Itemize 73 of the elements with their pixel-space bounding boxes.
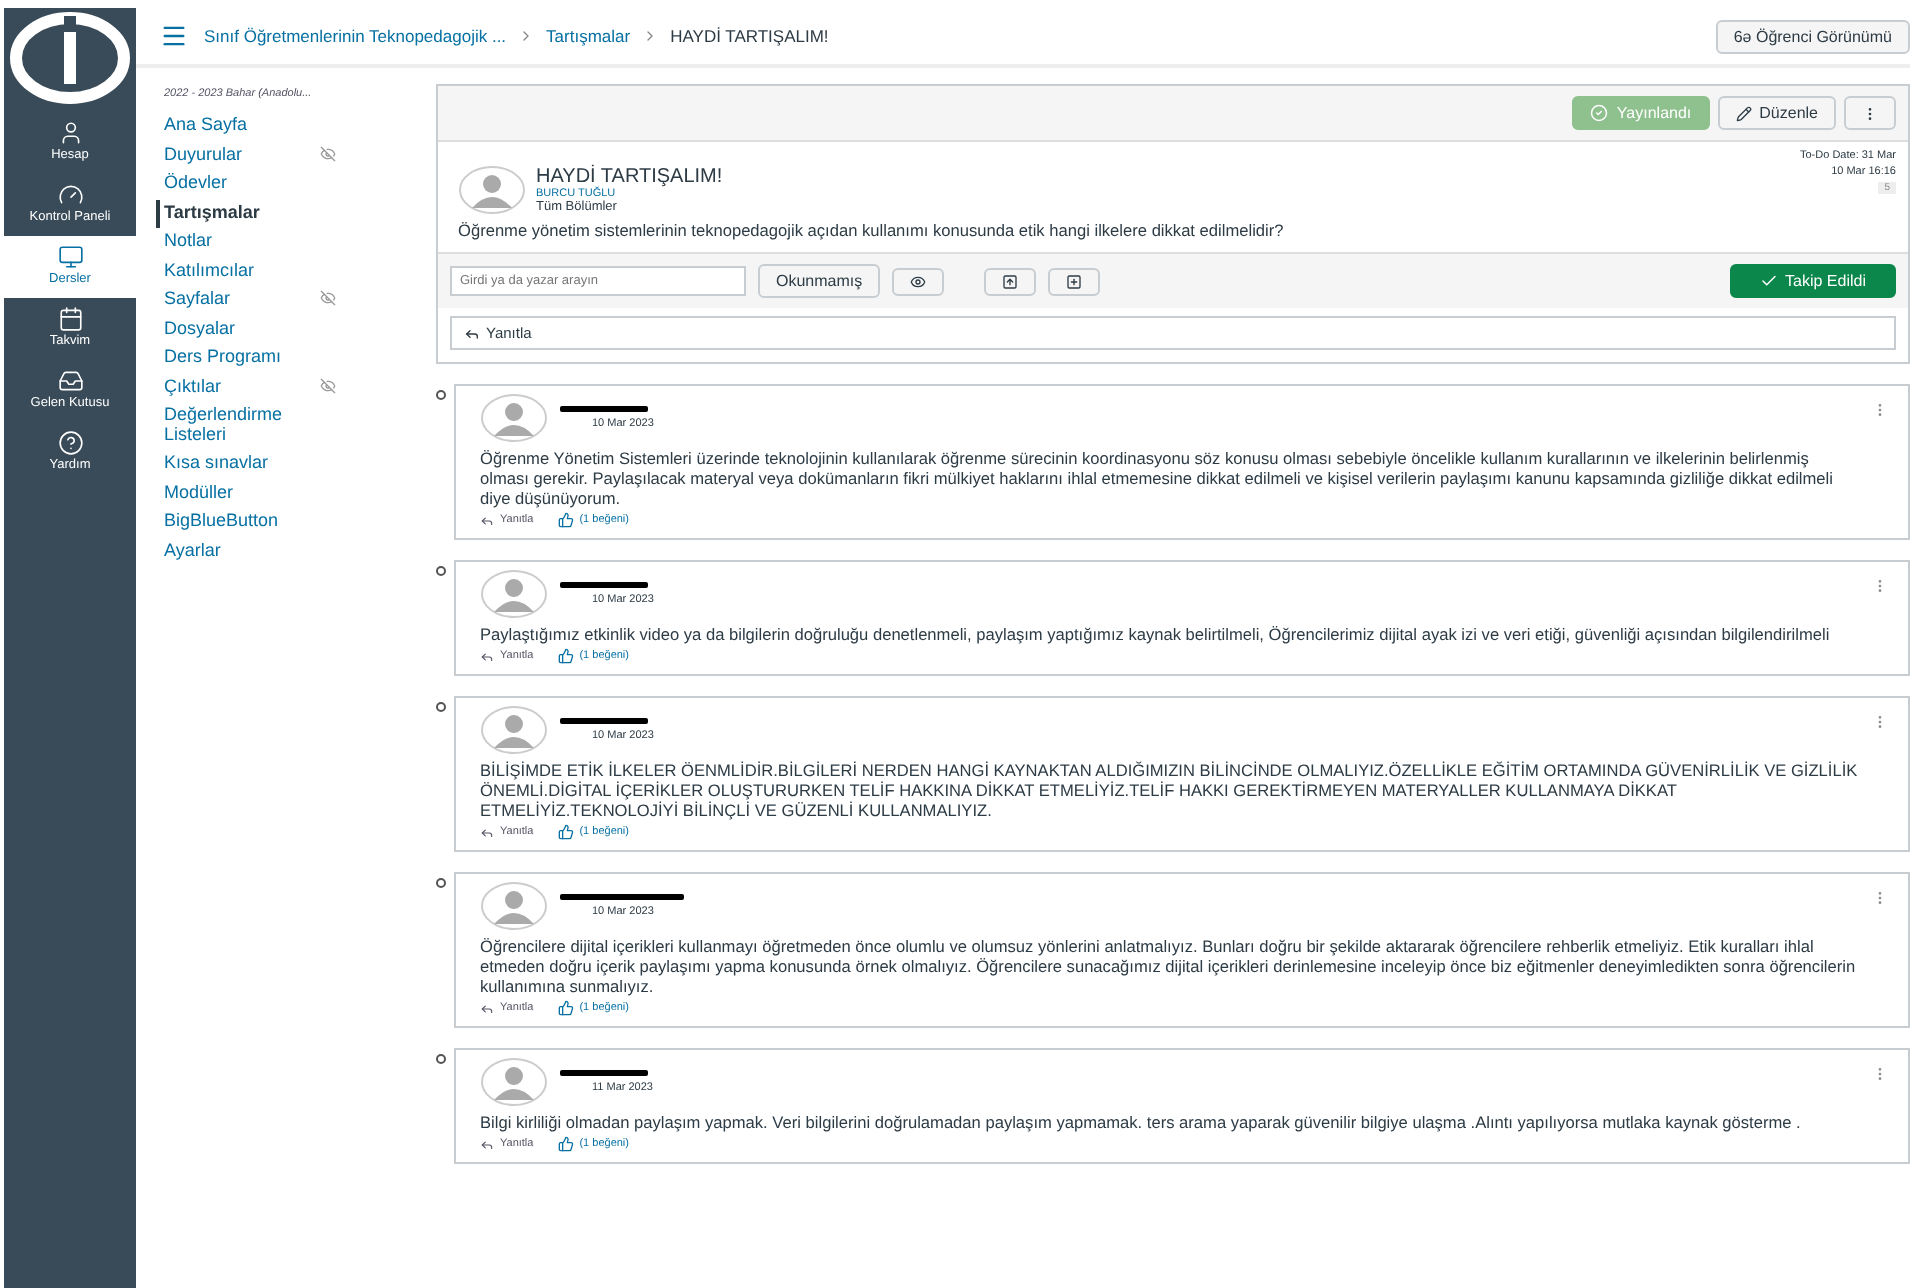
avatar-icon bbox=[480, 394, 548, 442]
reply-icon bbox=[480, 825, 494, 839]
thumbs-up-icon bbox=[557, 1136, 574, 1152]
course-nav-link[interactable]: Sayfalar bbox=[156, 286, 392, 315]
topic-title: HAYDİ TARTIŞALIM! bbox=[536, 166, 725, 188]
redaction-bar bbox=[560, 582, 648, 588]
reply-body: BİLİŞİMDE ETİK İLKELER ÖENMLİDİR.BİLGİLERİ NERDEN HANGİ KAYNAKTAN ALDIĞIMIZIN BİLİNCİNDE OLMALIYIZ.ÖZELLİKLE EĞİTİM ORTAMINDA GÜVENİRLİLİK VE GİZLİLİK ÖNEMLİ.DİGİTAL İÇERİKLER OLUŞTURURKEN TELİF HAKKINA DİKKAT ETMELİYİZ.TELİF HAKKI GEREKTİRMEYEN MATERYALLER KULLANMAYA DİKKAT ETMELİYİZ.TEKNOLOJİYİ BİLİNÇLİ VE GÜZENLİ KULLANMALIYIZ. bbox=[480, 760, 1860, 820]
reply-icon bbox=[480, 649, 494, 663]
avatar-icon bbox=[480, 570, 548, 618]
check-circle-icon bbox=[1590, 104, 1609, 122]
check-icon bbox=[1759, 272, 1778, 290]
course-nav-link[interactable]: Ayarlar bbox=[156, 537, 392, 566]
student-view-button[interactable]: 6ə Öğrenci Görünümü bbox=[1715, 19, 1910, 53]
calendar-icon bbox=[57, 306, 83, 332]
course-nav-link[interactable]: Notlar bbox=[156, 228, 392, 257]
unread-dot bbox=[436, 1054, 446, 1064]
reply-icon bbox=[480, 513, 494, 527]
unread-dot bbox=[436, 390, 446, 400]
reply-icon bbox=[480, 1137, 494, 1151]
plus-icon bbox=[1066, 273, 1083, 289]
reply-body: Öğrencilere dijital içerikleri kullanmayı öğretmeden önce olumlu ve olumsuz yönlerini anlatmalıyız. Bunları doğru bir şekilde aktararak öğrencilere rehberlik etmeliyiz. Etik kuralları ihlal etmeden doğru içerik paylaşımı yapma konusunda örnek olmalıyız. Öğrencilere sunacağımız dijital içerikleri derinlemesine inceleyip önce biz eğitmenler deneyimledikten sonra öğrencilerin kullanımına sunmalıyız. bbox=[480, 936, 1858, 996]
unread-dot bbox=[436, 878, 446, 888]
following-button[interactable]: Takip Edildi bbox=[1729, 264, 1896, 298]
redaction-bar bbox=[560, 718, 648, 724]
view-button[interactable] bbox=[892, 267, 945, 295]
unread-dot bbox=[436, 566, 446, 576]
reply-body: Öğrenme Yönetim Sistemleri üzerinde teknolojinin kullanılarak öğrenme sürecinin koordinasyonu söz konusu olması sebebiyle öncelikle kullanım kurallarının ve ilkelerinin belirlenmiş olması gerekir. Paylaşılacak materyal veya dokümanların fikri mülkiyet haklarını ihlal etmemesine dikkat edilmeli ve kişisel verilerin paylaşımı kanunu kapsamında gizliliğe dikkat edilmeli diye düşünüyorum. bbox=[480, 448, 1835, 508]
reply-icon bbox=[480, 1001, 494, 1015]
course-nav-link[interactable]: Ana Sayfa bbox=[156, 112, 392, 141]
collapse-button[interactable] bbox=[984, 267, 1037, 295]
dashboard-icon bbox=[57, 182, 83, 208]
course-nav-link[interactable]: Kısa sınavlar bbox=[156, 450, 392, 479]
eye-icon bbox=[910, 273, 927, 289]
reply-body: Bilgi kirliliği olmadan paylaşım yapmak. Veri bilgilerini doğrulamadan paylaşım yapmamak. ters arama yaparak güvenilir bilgiye ulaşma .Alıntı yapılıyorsa mutlaka kaynak gösterme . bbox=[480, 1112, 1803, 1132]
course-nav-link[interactable]: Tartışmalar bbox=[156, 199, 392, 228]
course-nav-link[interactable]: Çıktılar bbox=[156, 373, 392, 402]
breadcrumb-link[interactable]: Sınıf Öğretmenlerinin Teknopedagojik ... bbox=[204, 26, 507, 46]
account-icon bbox=[57, 120, 83, 146]
course-nav-link[interactable]: Modüller bbox=[156, 479, 392, 508]
thumbs-up-icon bbox=[557, 512, 574, 528]
topic-body: Öğrenme yönetim sistemlerinin teknopedagojik açıdan kullanımı konusunda etik hangi ilkelere dikkat edilmelidir? bbox=[458, 220, 1286, 240]
menu-icon[interactable] bbox=[160, 22, 188, 50]
unread-dot bbox=[436, 702, 446, 712]
expand-button[interactable] bbox=[1048, 267, 1101, 295]
avatar-icon bbox=[458, 166, 526, 214]
inbox-icon bbox=[57, 368, 83, 394]
breadcrumb-link[interactable]: Tartışmalar bbox=[546, 26, 631, 46]
reply-icon bbox=[464, 325, 480, 341]
thumbs-up-icon bbox=[557, 824, 574, 840]
thumbs-up-icon bbox=[557, 648, 574, 664]
redaction-bar bbox=[560, 406, 648, 412]
course-nav-link[interactable]: Değerlendirme Listeleri bbox=[156, 402, 392, 450]
reply-body: Paylaştığımız etkinlik video ya da bilgilerin doğruluğu denetlenmeli, paylaşım yaptığımız kaynak belirtilmeli, Öğrencilerimiz dijital ayak izi ve veri etiği, güvenliği açısından bilgilendirilmeli bbox=[480, 624, 1832, 644]
unread-button[interactable]: Okunmamış bbox=[758, 264, 881, 298]
edit-button[interactable]: Düzenle bbox=[1717, 96, 1836, 130]
course-nav-link[interactable]: Katılımcılar bbox=[156, 257, 392, 286]
redaction-bar bbox=[560, 1070, 648, 1076]
avatar-icon bbox=[480, 1058, 548, 1106]
avatar-icon bbox=[480, 706, 548, 754]
courses-icon bbox=[57, 244, 83, 270]
pencil-icon bbox=[1735, 105, 1752, 121]
avatar-icon bbox=[480, 882, 548, 930]
logo-icon[interactable] bbox=[8, 12, 132, 104]
course-nav-link[interactable]: Duyurular bbox=[156, 141, 392, 170]
course-nav-link[interactable]: Ders Programı bbox=[156, 344, 392, 373]
thumbs-up-icon bbox=[557, 1000, 574, 1016]
course-nav-link[interactable]: Ödevler bbox=[156, 170, 392, 199]
breadcrumb-link[interactable]: HAYDİ TARTIŞALIM! bbox=[670, 26, 829, 46]
course-nav-link[interactable]: BigBlueButton bbox=[156, 508, 392, 537]
course-nav-link[interactable]: Dosyalar bbox=[156, 315, 392, 344]
redaction-bar bbox=[560, 894, 684, 900]
arrow-up-icon bbox=[1002, 273, 1019, 289]
help-icon bbox=[57, 430, 83, 456]
